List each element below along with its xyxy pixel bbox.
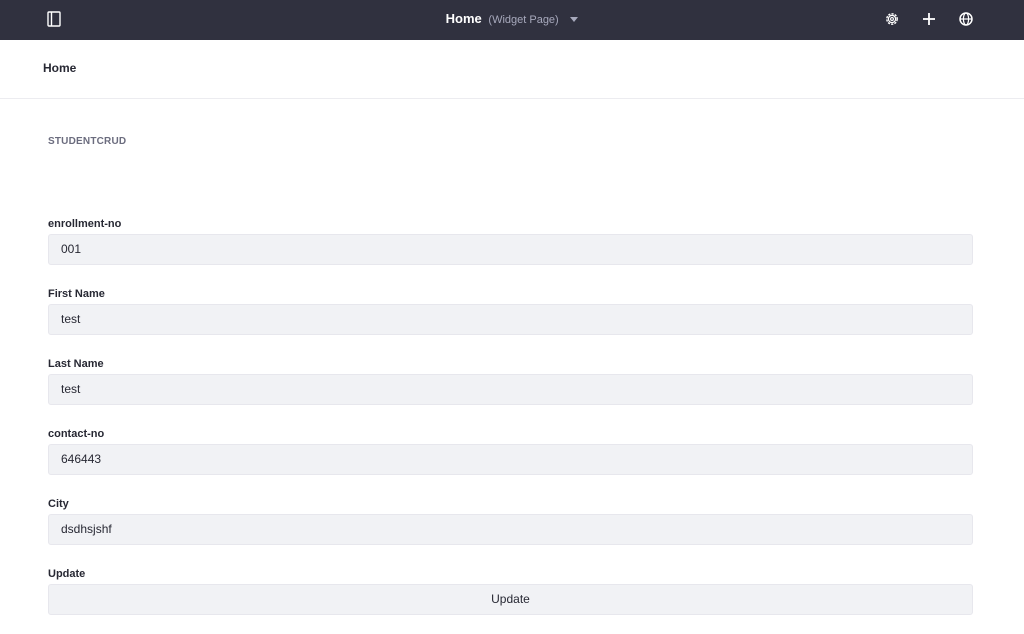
enrollment-no-input[interactable]: 001 bbox=[48, 234, 973, 265]
first-name-input[interactable]: test bbox=[48, 304, 973, 335]
plus-icon[interactable] bbox=[921, 11, 937, 27]
page-title-text: Home bbox=[445, 11, 482, 26]
gear-icon[interactable] bbox=[884, 11, 900, 27]
breadcrumb: Home bbox=[0, 40, 1024, 99]
chevron-down-icon[interactable] bbox=[570, 17, 579, 23]
page-title: Home (Widget Page) bbox=[0, 11, 1024, 28]
first-name-label: First Name bbox=[48, 288, 105, 300]
last-name-input[interactable]: test bbox=[48, 374, 973, 405]
enrollment-no-label: enrollment-no bbox=[48, 218, 122, 230]
city-label: City bbox=[48, 498, 69, 510]
last-name-label: Last Name bbox=[48, 358, 104, 370]
contact-no-label: contact-no bbox=[48, 428, 105, 440]
update-label: Update bbox=[48, 568, 86, 580]
page-type-text: (Widget Page) bbox=[488, 14, 559, 26]
control-menu: Home (Widget Page) bbox=[0, 0, 1024, 40]
globe-icon[interactable] bbox=[958, 11, 974, 27]
breadcrumb-home[interactable]: Home bbox=[43, 61, 76, 75]
portlet-title: STUDENTCRUD bbox=[48, 136, 127, 147]
update-button[interactable]: Update bbox=[48, 584, 973, 615]
city-input[interactable]: dsdhsjshf bbox=[48, 514, 973, 545]
contact-no-input[interactable]: 646443 bbox=[48, 444, 973, 475]
